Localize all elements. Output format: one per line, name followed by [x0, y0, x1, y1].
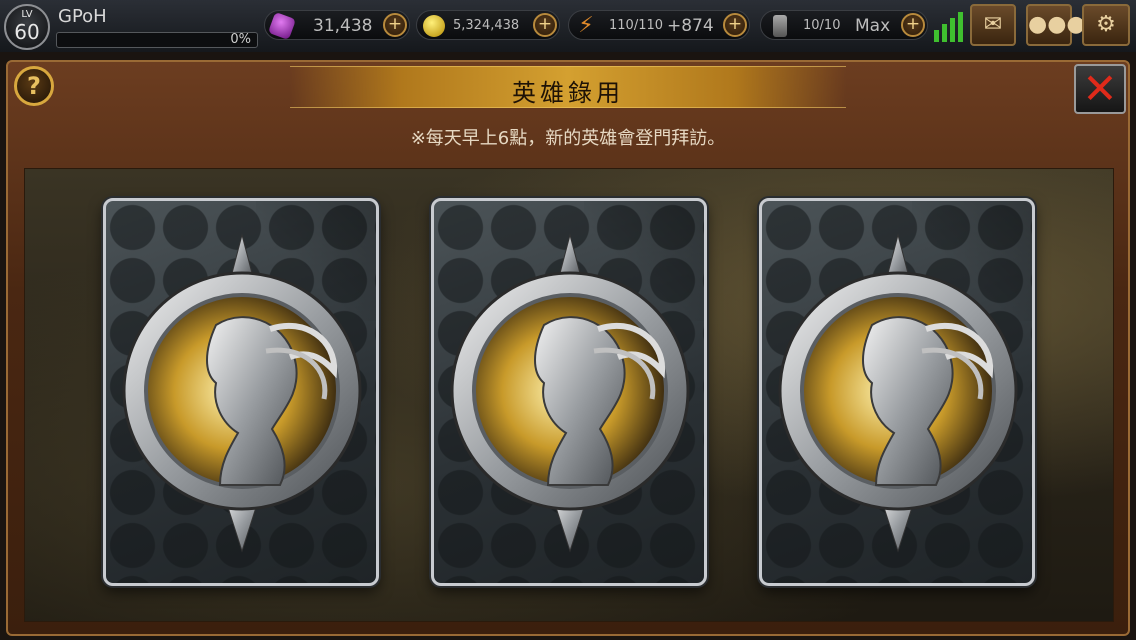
settings-button[interactable]: ⚙: [1082, 4, 1130, 46]
hero-card-1[interactable]: [103, 198, 379, 586]
level-value: 60: [14, 20, 40, 44]
gem-counter: 31,438 +: [264, 10, 410, 41]
stamina-value: 110/110: [609, 18, 664, 33]
exp-percent: 0%: [230, 32, 251, 47]
ticket-scroll-icon: [773, 15, 787, 37]
add-gems-button[interactable]: +: [383, 13, 407, 37]
help-icon: ?: [27, 72, 41, 100]
hero-card-2[interactable]: [431, 198, 707, 586]
daily-reset-notice: ※每天早上6點，新的英雄會登門拜訪。: [410, 128, 726, 149]
ticket-value: 10/10: [803, 18, 841, 33]
stamina-bonus: +874: [667, 16, 714, 36]
signal-icon: [934, 10, 964, 42]
gold-value: 5,324,438: [453, 18, 520, 33]
hero-card-3[interactable]: [759, 198, 1035, 586]
chat-icon: ●●●: [1028, 12, 1086, 37]
gold-coin-icon: [423, 15, 445, 37]
ticket-status: Max: [855, 16, 891, 36]
gem-value: 31,438: [313, 16, 373, 36]
player-name: GPoH: [58, 6, 107, 27]
title-banner: 英雄錄用: [290, 66, 846, 108]
top-hud: LV 60 GPoH 0% 31,438 + 5,324,438 + ⚡ 110…: [0, 0, 1136, 52]
chat-button[interactable]: ●●●: [1026, 4, 1086, 46]
hero-emblem-icon: [450, 233, 690, 553]
stamina-bolt-icon: ⚡: [578, 13, 594, 38]
mail-icon: ✉: [983, 12, 1003, 37]
settings-gear-icon: ⚙: [1096, 12, 1116, 37]
hero-emblem-icon: [778, 233, 1018, 553]
panel-title: 英雄錄用: [512, 79, 624, 107]
level-badge: LV 60: [4, 4, 50, 50]
close-button[interactable]: ✕: [1074, 64, 1126, 114]
gem-icon: [267, 11, 297, 41]
add-stamina-button[interactable]: +: [723, 13, 747, 37]
help-button[interactable]: ?: [14, 66, 54, 106]
close-icon: ✕: [1082, 64, 1118, 113]
exp-bar: 0%: [56, 32, 258, 48]
hero-emblem-icon: [122, 233, 362, 553]
add-gold-button[interactable]: +: [533, 13, 557, 37]
stamina-counter: ⚡ 110/110 +874 +: [568, 10, 750, 40]
gold-counter: 5,324,438 +: [416, 10, 560, 40]
add-tickets-button[interactable]: +: [901, 13, 925, 37]
ticket-counter: 10/10 Max +: [760, 10, 928, 40]
mail-button[interactable]: ✉: [970, 4, 1016, 46]
